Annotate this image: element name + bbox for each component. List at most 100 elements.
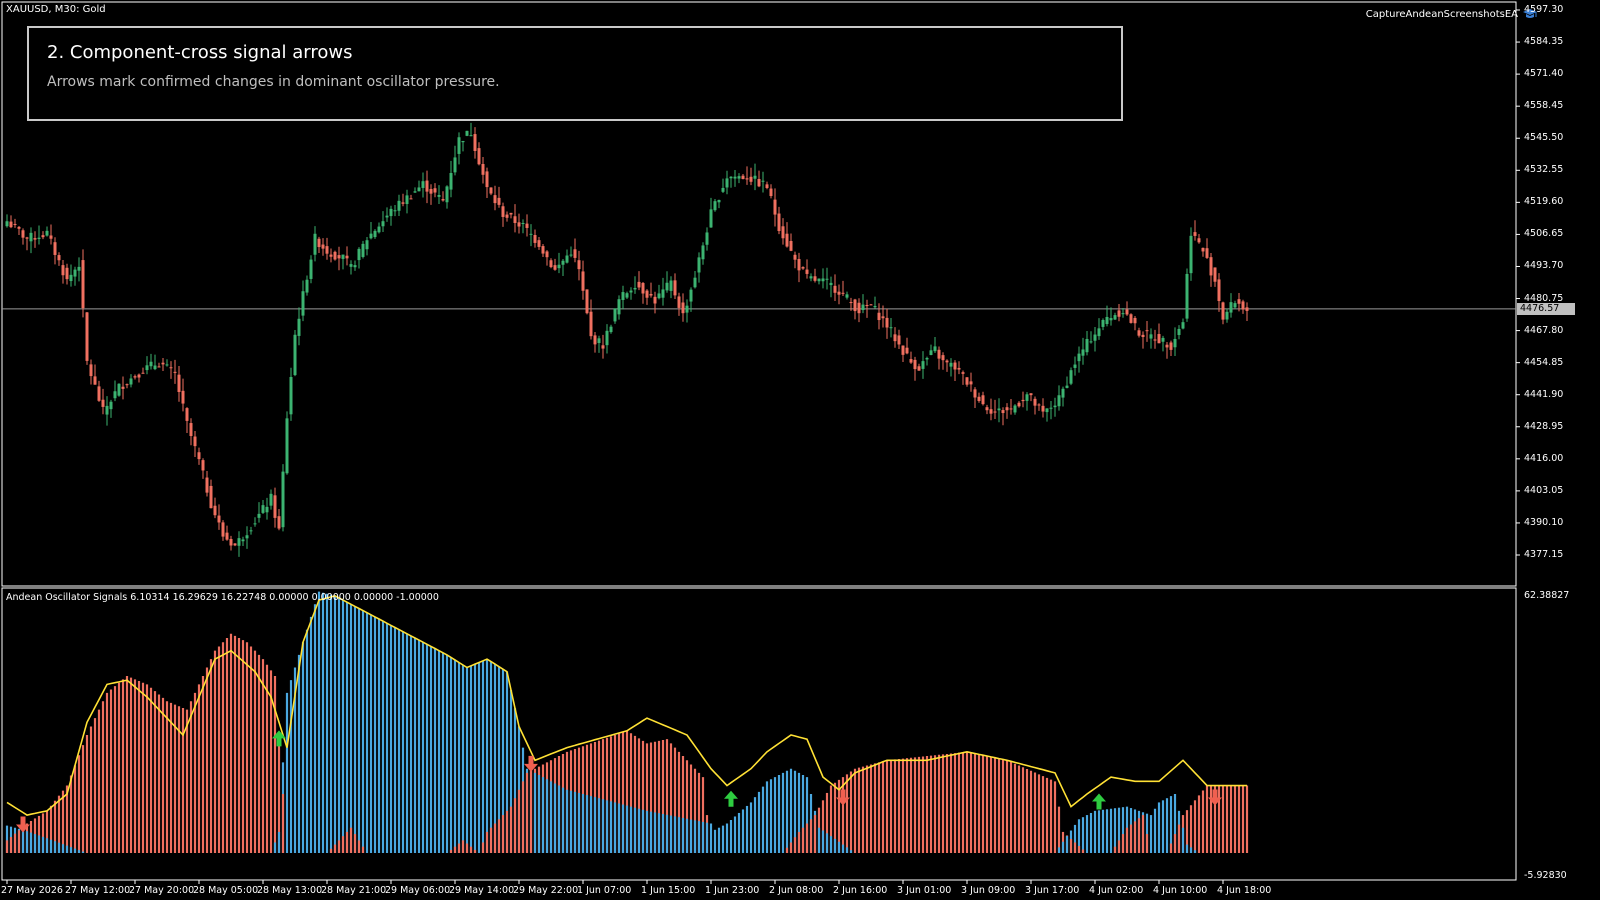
candle-body [89,364,93,377]
price-axis-label: 4506.65 [1524,228,1564,240]
candle-body [913,359,917,370]
candle-body [85,312,89,361]
current-price-tag: 4476.57 [1517,302,1575,315]
candle-body [313,233,317,255]
candle-body [213,505,217,516]
candle-body [1029,393,1033,396]
candle-body [953,362,957,370]
candle-body [1025,394,1029,401]
candle-body [401,202,405,204]
candle-body [617,299,621,315]
candle-body [657,293,661,299]
candle-body [465,130,469,136]
candle-body [173,371,177,373]
candle-body [341,254,345,259]
candle-body [357,248,361,261]
candle-body [281,471,285,528]
candle-body [141,372,145,374]
candle-body [837,291,841,295]
candle-body [673,280,677,296]
candle-body [853,299,857,312]
candle-body [409,198,413,200]
candle-body [349,264,353,267]
candle-body [457,137,461,154]
candle-body [177,374,181,392]
candle-body [597,338,601,343]
candle-body [1141,334,1145,337]
time-axis-label: 3 Jun 17:00 [1025,885,1080,896]
candle-body [377,226,381,233]
candle-body [1121,313,1125,315]
candle-body [1017,402,1021,407]
candle-body [1097,328,1101,337]
indicator-axis-bottom: -5.92830 [1524,870,1567,881]
candle-body [105,405,109,415]
candle-body [621,292,625,300]
candle-body [117,383,121,396]
candle-body [1093,334,1097,341]
candle-body [1037,404,1041,406]
time-axis-label: 28 May 13:00 [257,885,323,896]
candle-body [441,199,445,201]
candle-body [1189,235,1193,274]
symbol-label: XAUUSD, M30: Gold [6,4,106,15]
candle-body [185,408,189,421]
candle-body [425,180,429,192]
candle-body [201,460,205,471]
candle-body [93,376,97,385]
candle-body [577,260,581,270]
candle-body [541,246,545,254]
candle-body [97,386,101,401]
candle-body [1165,344,1169,348]
candle-body [525,223,529,228]
candle-body [245,535,249,539]
candle-body [817,278,821,282]
candle-body [477,148,481,165]
candle-body [57,255,61,261]
candle-body [1169,342,1173,350]
price-axis-label: 4584.35 [1524,36,1564,48]
candle-body [901,345,905,355]
candle-body [413,191,417,193]
candle-body [517,222,521,227]
candle-body [205,477,209,493]
candle-body [717,199,721,203]
candle-body [653,296,657,304]
candle-body [925,357,929,360]
candle-body [601,345,605,349]
candle-body [553,265,557,270]
chart-canvas[interactable] [0,0,1600,900]
candle-body [701,245,705,260]
candle-body [509,212,513,215]
candle-body [417,187,421,192]
candle-body [1077,353,1081,362]
candle-body [1209,257,1213,276]
candle-body [1153,339,1157,341]
indicator-axis-top: 62.38827 [1524,590,1570,601]
candle-body [929,350,933,355]
candle-body [209,485,213,509]
price-axis-label: 4545.50 [1524,132,1564,144]
candle-body [1109,318,1113,321]
candle-body [381,221,385,227]
candle-body [157,366,161,368]
chart-window[interactable]: XAUUSD, M30: Gold CaptureAndeanScreensho… [0,0,1600,900]
candle-body [605,330,609,346]
candle-body [101,399,105,407]
candle-body [917,366,921,371]
candle-body [353,265,357,268]
candle-body [389,208,393,217]
candle-body [293,334,297,376]
time-axis-label: 29 May 14:00 [449,885,515,896]
candle-body [861,304,865,311]
candle-body [909,359,913,363]
candle-body [513,216,517,224]
candle-body [737,176,741,179]
candle-body [785,233,789,247]
candle-body [977,396,981,401]
candle-body [881,316,885,319]
candle-body [137,374,141,378]
time-axis-label: 28 May 21:00 [321,885,387,896]
candle-body [821,278,825,282]
candle-body [257,513,261,518]
